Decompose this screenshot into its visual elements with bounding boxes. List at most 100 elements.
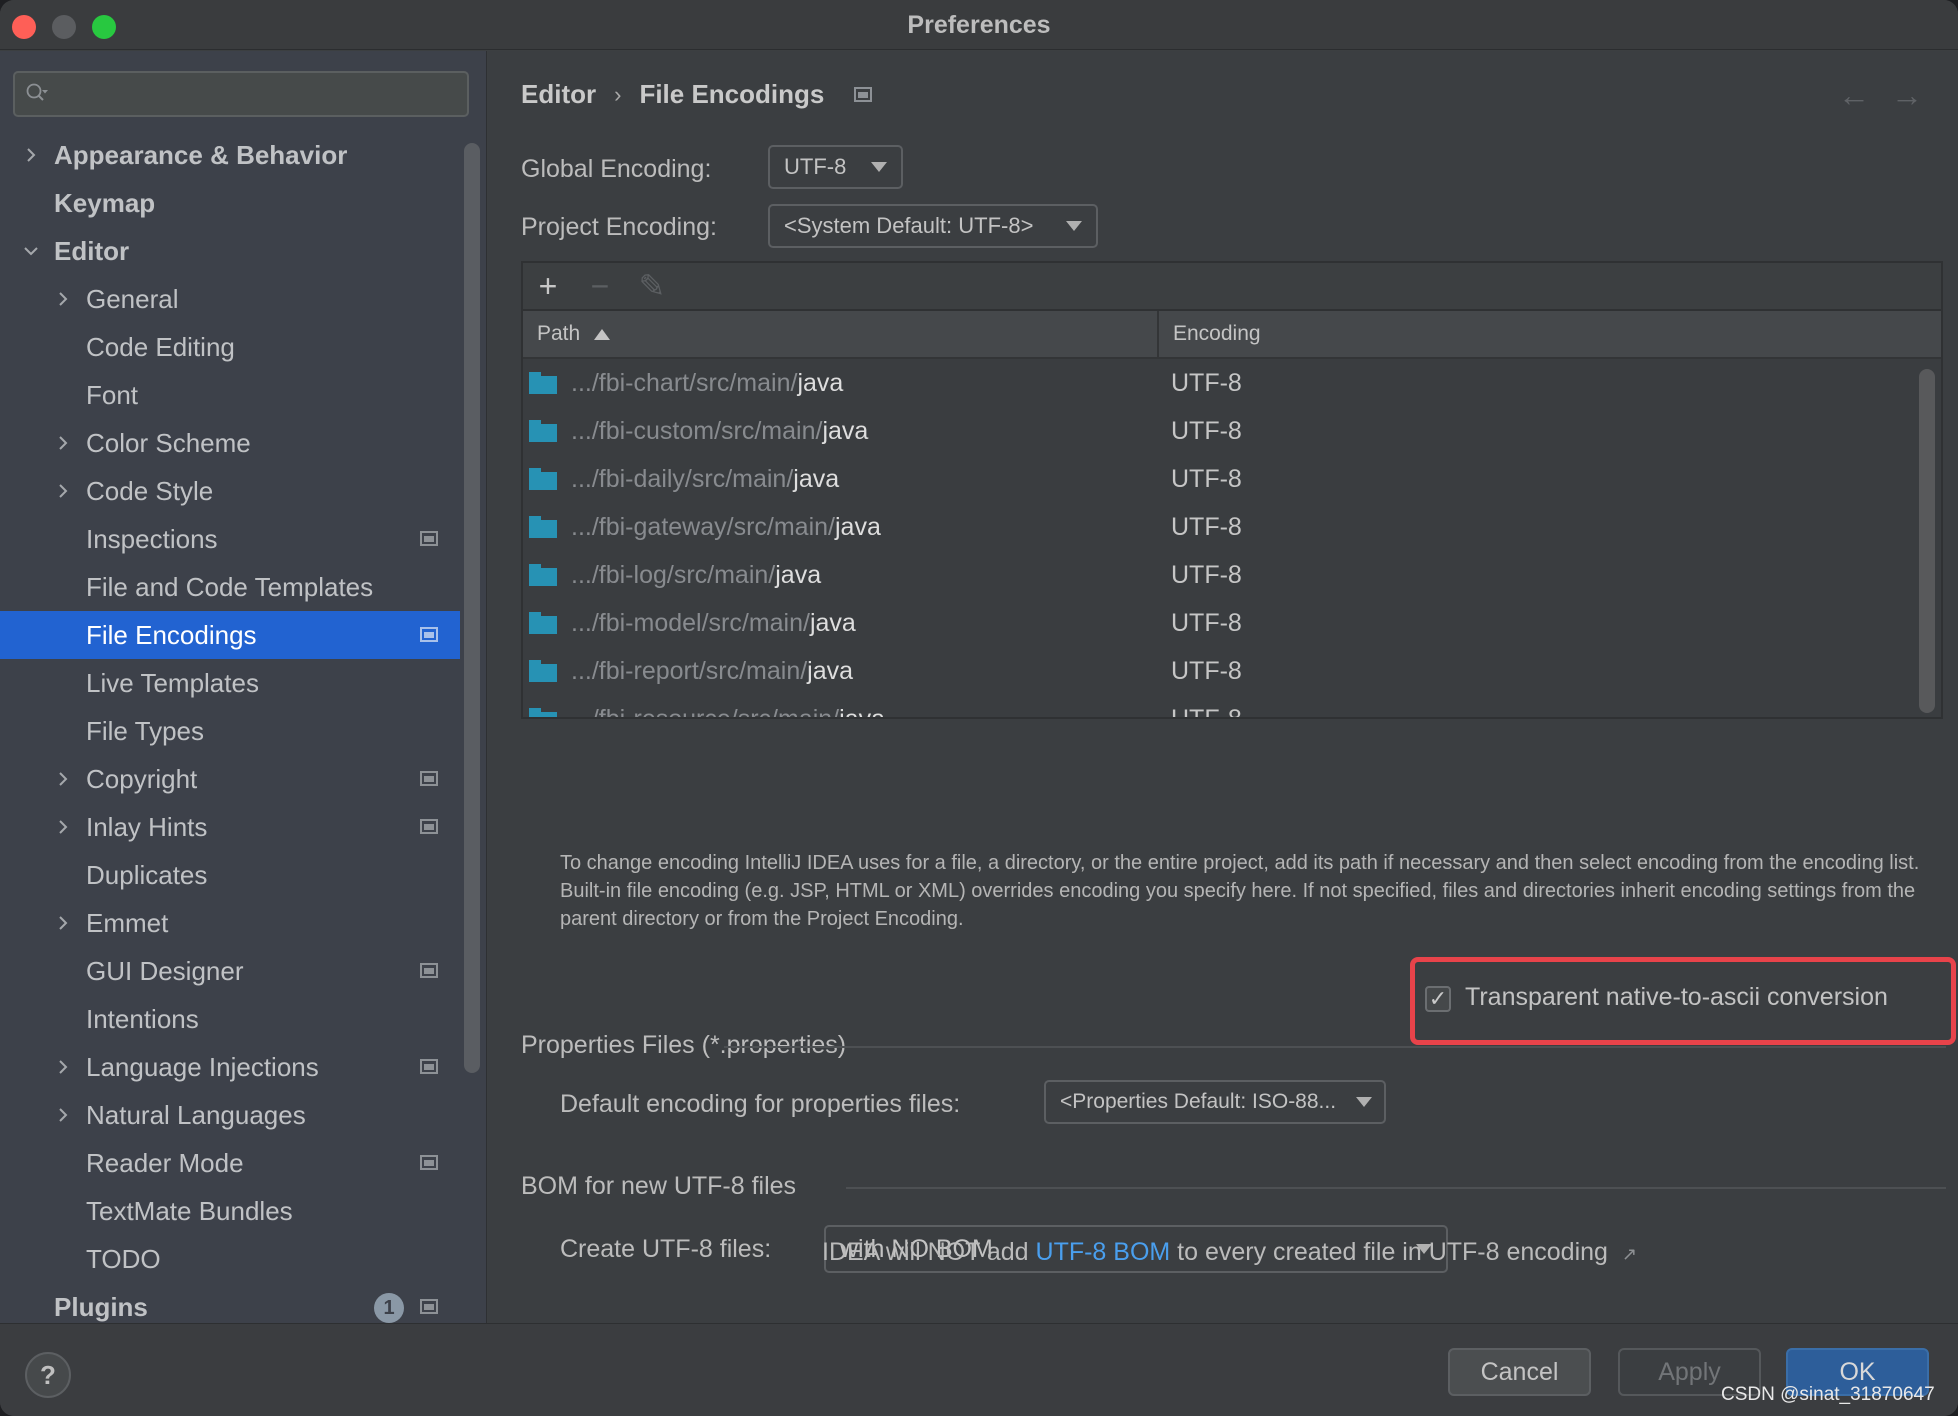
table-row[interactable]: .../fbi-model/src/main/java UTF-8 (523, 599, 1941, 647)
sidebar-item-copyright[interactable]: Copyright (0, 755, 460, 803)
global-encoding-dropdown[interactable]: UTF-8 (768, 145, 903, 189)
edit-path-button[interactable]: ✎ (635, 268, 669, 304)
chevron-right-icon[interactable] (54, 290, 72, 308)
path-cell: .../fbi-custom/src/main/java (523, 417, 1159, 446)
sidebar-item-textmate-bundles[interactable]: TextMate Bundles (0, 1187, 460, 1235)
breadcrumb-editor[interactable]: Editor (521, 79, 596, 110)
project-scope-icon (420, 627, 438, 642)
table-row[interactable]: .../fbi-log/src/main/java UTF-8 (523, 551, 1941, 599)
chevron-right-icon[interactable] (22, 146, 40, 164)
chevron-right-icon[interactable] (54, 482, 72, 500)
sidebar-item-file-encodings[interactable]: File Encodings (0, 611, 460, 659)
project-scope-icon (420, 819, 438, 834)
chevron-right-icon[interactable] (54, 914, 72, 932)
table-header: Path Encoding (523, 311, 1941, 359)
native-to-ascii-label[interactable]: Transparent native-to-ascii conversion (1465, 983, 1888, 1012)
encoding-cell[interactable]: UTF-8 (1159, 657, 1242, 686)
sidebar-item-editor[interactable]: Editor (0, 227, 460, 275)
column-header-path[interactable]: Path (523, 311, 1159, 357)
project-scope-icon (420, 771, 438, 786)
table-row[interactable]: .../fbi-chart/src/main/java UTF-8 (523, 359, 1941, 407)
sidebar-item-emmet[interactable]: Emmet (0, 899, 460, 947)
sidebar-item-label: Code Style (86, 475, 214, 506)
path-prefix: .../fbi-gateway/src/main/ (571, 512, 835, 541)
path-leaf: java (809, 608, 856, 637)
source-folder-icon (529, 708, 557, 717)
bom-group-title: BOM for new UTF-8 files (521, 1172, 797, 1200)
chevron-right-icon[interactable] (54, 1058, 72, 1076)
sidebar-item-code-editing[interactable]: Code Editing (0, 323, 460, 371)
sidebar-item-label: Inspections (86, 523, 218, 554)
chevron-right-icon[interactable] (54, 434, 72, 452)
dropdown-arrow-icon (871, 162, 887, 172)
project-encoding-dropdown[interactable]: <System Default: UTF-8> (768, 204, 1098, 248)
chevron-down-icon[interactable] (22, 242, 40, 260)
table-row[interactable]: .../fbi-resource/src/main/java UTF-8 (523, 695, 1941, 719)
source-folder-icon (529, 564, 557, 586)
sidebar-item-file-and-code-templates[interactable]: File and Code Templates (0, 563, 460, 611)
external-link-icon[interactable]: ↗ (1622, 1244, 1637, 1265)
remove-path-button[interactable]: − (583, 268, 617, 304)
sidebar-item-keymap[interactable]: Keymap (0, 179, 460, 227)
sidebar-item-intentions[interactable]: Intentions (0, 995, 460, 1043)
sidebar-item-duplicates[interactable]: Duplicates (0, 851, 460, 899)
encoding-cell[interactable]: UTF-8 (1159, 513, 1242, 542)
add-path-button[interactable]: + (531, 268, 565, 304)
sidebar-item-natural-languages[interactable]: Natural Languages (0, 1091, 460, 1139)
sidebar-item-color-scheme[interactable]: Color Scheme (0, 419, 460, 467)
sidebar-item-reader-mode[interactable]: Reader Mode (0, 1139, 460, 1187)
chevron-right-icon[interactable] (54, 1106, 72, 1124)
sidebar-item-font[interactable]: Font (0, 371, 460, 419)
native-to-ascii-checkbox[interactable]: ✓ (1425, 986, 1451, 1012)
encoding-cell[interactable]: UTF-8 (1159, 561, 1242, 590)
properties-default-encoding-dropdown[interactable]: <Properties Default: ISO-88... (1044, 1080, 1386, 1124)
breadcrumb: Editor › File Encodings (521, 79, 873, 110)
help-button[interactable]: ? (25, 1352, 71, 1398)
back-arrow-icon[interactable]: ← (1838, 77, 1870, 114)
path-cell: .../fbi-chart/src/main/java (523, 369, 1159, 398)
sidebar-item-todo[interactable]: TODO (0, 1235, 460, 1283)
column-header-encoding[interactable]: Encoding (1159, 311, 1941, 357)
sidebar-item-label: File Encodings (86, 619, 257, 650)
forward-arrow-icon[interactable]: → (1891, 77, 1923, 114)
sidebar-item-language-injections[interactable]: Language Injections (0, 1043, 460, 1091)
table-scrollbar[interactable] (1919, 369, 1935, 713)
sidebar-item-inlay-hints[interactable]: Inlay Hints (0, 803, 460, 851)
path-prefix: .../fbi-resource/src/main/ (571, 704, 840, 719)
window-title: Preferences (907, 11, 1051, 39)
sidebar-item-code-style[interactable]: Code Style (0, 467, 460, 515)
sidebar-item-inspections[interactable]: Inspections (0, 515, 460, 563)
encoding-cell[interactable]: UTF-8 (1159, 609, 1242, 638)
table-row[interactable]: .../fbi-daily/src/main/java UTF-8 (523, 455, 1941, 503)
properties-group-divider (724, 1046, 1946, 1048)
sidebar-item-label: Font (86, 379, 139, 410)
watermark: CSDN @sinat_31870647 (1721, 1384, 1935, 1405)
sidebar-item-appearance-behavior[interactable]: Appearance & Behavior (0, 131, 460, 179)
utf8-bom-link[interactable]: UTF-8 BOM (1036, 1238, 1171, 1266)
sidebar-item-general[interactable]: General (0, 275, 460, 323)
path-cell: .../fbi-daily/src/main/java (523, 465, 1159, 494)
path-leaf: java (822, 416, 869, 445)
sidebar-item-live-templates[interactable]: Live Templates (0, 659, 460, 707)
table-row[interactable]: .../fbi-custom/src/main/java UTF-8 (523, 407, 1941, 455)
cancel-button[interactable]: Cancel (1448, 1348, 1591, 1396)
project-scope-icon (420, 1059, 438, 1074)
sidebar-item-gui-designer[interactable]: GUI Designer (0, 947, 460, 995)
path-prefix: .../fbi-model/src/main/ (571, 608, 810, 637)
sidebar-item-label: Emmet (86, 907, 169, 938)
encoding-cell[interactable]: UTF-8 (1159, 465, 1242, 494)
sidebar-item-file-types[interactable]: File Types (0, 707, 460, 755)
sidebar-scrollbar[interactable] (464, 143, 480, 1073)
settings-search-input[interactable] (13, 71, 469, 117)
sidebar-item-label: Color Scheme (86, 427, 251, 458)
column-header-path-label: Path (537, 322, 581, 345)
table-row[interactable]: .../fbi-report/src/main/java UTF-8 (523, 647, 1941, 695)
path-cell: .../fbi-log/src/main/java (523, 561, 1159, 590)
chevron-right-icon[interactable] (54, 770, 72, 788)
encoding-cell[interactable]: UTF-8 (1159, 369, 1242, 398)
table-row[interactable]: .../fbi-gateway/src/main/java UTF-8 (523, 503, 1941, 551)
encoding-cell[interactable]: UTF-8 (1159, 417, 1242, 446)
path-cell: .../fbi-report/src/main/java (523, 657, 1159, 686)
chevron-right-icon[interactable] (54, 818, 72, 836)
encoding-cell[interactable]: UTF-8 (1159, 705, 1242, 718)
